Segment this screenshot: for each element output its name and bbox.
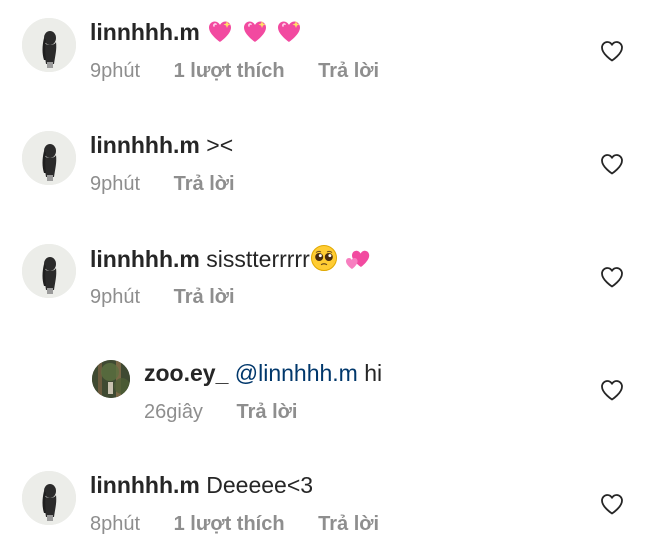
heart-outline-icon[interactable]: [600, 493, 624, 515]
reply-button[interactable]: Trả lời: [318, 59, 379, 83]
comment-username[interactable]: zoo.ey_: [144, 360, 228, 386]
comment-likes[interactable]: 1 lượt thích: [174, 59, 285, 83]
comment-meta: 9phút Trả lời: [90, 285, 263, 309]
reply-button[interactable]: Trả lời: [174, 172, 235, 196]
comment-time: 8phút: [90, 513, 141, 535]
user-avatar[interactable]: [22, 244, 76, 298]
comment-time: 9phút: [90, 286, 141, 308]
reply-button[interactable]: Trả lời: [318, 512, 379, 536]
user-avatar[interactable]: [22, 471, 76, 525]
heart-outline-icon[interactable]: [600, 266, 624, 288]
user-avatar[interactable]: [92, 360, 130, 398]
comment-meta: 9phút 1 lượt thích Trả lời: [90, 59, 407, 83]
comment-time: 9phút: [90, 173, 141, 195]
sparkling-heart-emoji: [241, 18, 269, 44]
comment-text: sisstterrrrr: [206, 246, 310, 272]
reply-button[interactable]: Trả lời: [174, 285, 235, 309]
comment-line: zoo.ey_ @linnhhh.m hi: [144, 359, 382, 387]
comment-mention[interactable]: @linnhhh.m: [235, 360, 358, 386]
comment-item: linnhhh.m Deeeee<3 8phút 1 lượt thích Tr…: [0, 453, 660, 543]
comment-username[interactable]: linnhhh.m: [90, 246, 200, 272]
comment-line: linnhhh.m Deeeee<3: [90, 471, 313, 499]
comment-line: linnhhh.m: [90, 18, 303, 46]
heart-outline-icon[interactable]: [600, 379, 624, 401]
comment-time: 9phút: [90, 60, 141, 82]
heart-outline-icon[interactable]: [600, 40, 624, 62]
comment-username[interactable]: linnhhh.m: [90, 19, 200, 45]
comment-line: linnhhh.m ><: [90, 131, 233, 159]
user-avatar[interactable]: [22, 18, 76, 72]
comment-meta: 26giây Trả lời: [144, 400, 325, 424]
comment-meta: 8phút 1 lượt thích Trả lời: [90, 512, 407, 536]
comment-meta: 9phút Trả lời: [90, 172, 263, 196]
comment-text: Deeeee<3: [206, 472, 314, 498]
comment-item: linnhhh.m sisstterrrrr 9phút Trả lời: [0, 226, 660, 316]
comment-text: ><: [206, 132, 234, 158]
sparkling-heart-emoji: [206, 18, 234, 44]
comment-username[interactable]: linnhhh.m: [90, 472, 200, 498]
reply-comment-item: zoo.ey_ @linnhhh.m hi 26giây Trả lời: [0, 339, 660, 429]
comment-text: hi: [364, 360, 383, 386]
revolving-hearts-emoji: [344, 245, 372, 271]
comment-line: linnhhh.m sisstterrrrr: [90, 244, 372, 273]
reply-button[interactable]: Trả lời: [237, 400, 298, 424]
comment-likes[interactable]: 1 lượt thích: [174, 512, 285, 536]
user-avatar[interactable]: [22, 131, 76, 185]
comment-item: linnhhh.m >< 9phút Trả lời: [0, 113, 660, 203]
comment-time: 26giây: [144, 401, 203, 423]
comment-username[interactable]: linnhhh.m: [90, 132, 200, 158]
sparkling-heart-emoji: [275, 18, 303, 44]
heart-outline-icon[interactable]: [600, 153, 624, 175]
comment-item: linnhhh.m 9phút 1 lượt thích Trả lời: [0, 0, 660, 90]
pleading-face-emoji: [310, 244, 338, 272]
